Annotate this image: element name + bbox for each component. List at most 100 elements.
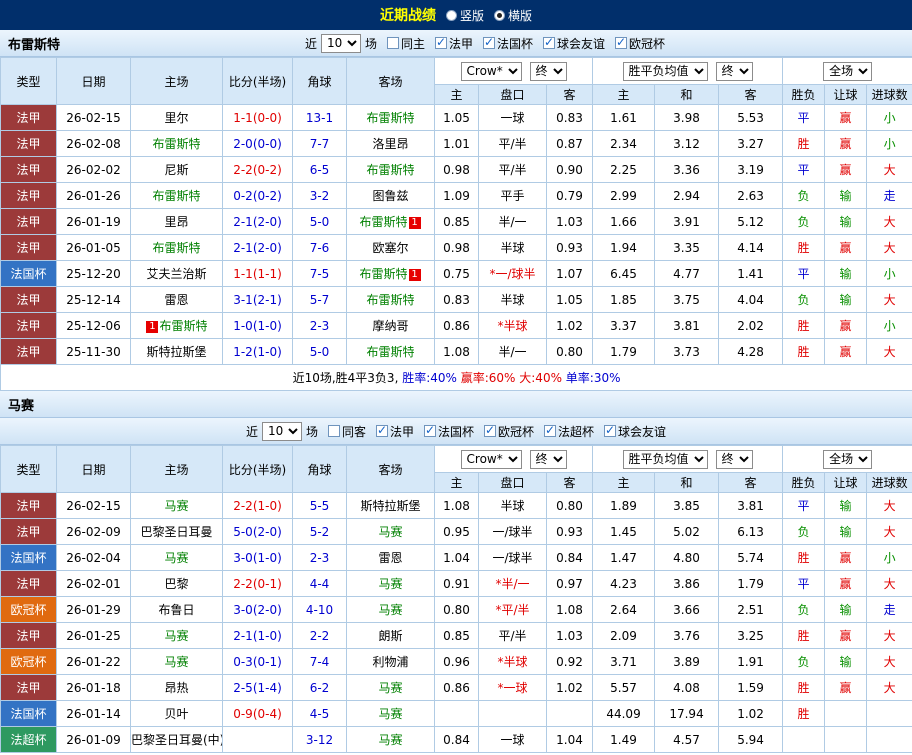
away-team-cell[interactable]: 布雷斯特: [346, 104, 435, 131]
checkbox-icon[interactable]: [386, 37, 399, 49]
layout-vertical-option[interactable]: 竖版: [445, 7, 484, 24]
home-team-cell[interactable]: 里尔: [130, 104, 223, 131]
away-team-cell[interactable]: 马赛: [346, 596, 435, 623]
filter-option[interactable]: 法国杯: [424, 423, 474, 440]
scope-select[interactable]: 全场: [823, 61, 873, 81]
away-team-cell[interactable]: 马赛: [346, 674, 435, 701]
home-team-cell[interactable]: 1 布雷斯特: [130, 312, 223, 339]
layout-horizontal-option[interactable]: 横版: [494, 7, 532, 24]
avg-odds-select[interactable]: 胜平负均值: [622, 449, 708, 469]
odds-source-select[interactable]: Crow*: [460, 61, 522, 81]
away-team-cell[interactable]: 斯特拉斯堡: [346, 492, 435, 519]
avg-draw-odds-cell: 3.98: [654, 104, 720, 131]
home-team-cell[interactable]: 布雷斯特: [130, 130, 223, 157]
home-team-cell[interactable]: 布雷斯特: [130, 182, 223, 209]
match-date-cell: 26-01-19: [56, 208, 131, 235]
home-team-cell[interactable]: 布鲁日: [130, 596, 223, 623]
home-team-cell[interactable]: 巴黎圣日耳曼: [130, 518, 223, 545]
corner-count-cell: 3-2: [292, 182, 347, 209]
away-team-cell[interactable]: 布雷斯特 1: [346, 260, 435, 287]
filter-option[interactable]: 欧冠杯: [615, 35, 665, 52]
away-team-cell[interactable]: 布雷斯特: [346, 156, 435, 183]
checkbox-icon[interactable]: [484, 423, 497, 437]
filter-option[interactable]: 法甲: [375, 423, 414, 440]
checkbox-icon[interactable]: [483, 35, 496, 49]
filter-option[interactable]: 法甲: [435, 35, 473, 52]
avg-stage-select[interactable]: 终: [715, 61, 753, 81]
filter-option[interactable]: 球会友谊: [604, 423, 666, 440]
home-team-cell[interactable]: 贝叶: [130, 700, 223, 727]
away-team-cell[interactable]: 利物浦: [346, 648, 435, 675]
checkbox-icon[interactable]: [604, 423, 617, 437]
filter-option[interactable]: 球会友谊: [543, 35, 605, 52]
odds-source-select[interactable]: Crow*: [460, 449, 522, 469]
filter-option[interactable]: 欧冠杯: [484, 423, 534, 440]
handicap-line-cell: 半球: [478, 286, 547, 313]
checkbox-icon[interactable]: [424, 423, 436, 437]
home-team-cell[interactable]: 巴黎圣日耳曼(中): [130, 726, 223, 753]
team-name: 布雷斯特: [152, 189, 201, 203]
home-team-cell[interactable]: 马赛: [130, 622, 223, 649]
result-goals-cell: 大: [866, 570, 912, 597]
away-team-cell[interactable]: 马赛: [346, 518, 435, 545]
avg-odds-select[interactable]: 胜平负均值: [622, 61, 708, 81]
handicap-away-odds-cell: 1.03: [545, 208, 594, 235]
filter-option[interactable]: 法国杯: [483, 35, 533, 52]
team-name: 马赛: [378, 733, 403, 747]
filter-option[interactable]: 法超杯: [544, 423, 594, 440]
home-team-cell[interactable]: 雷恩: [130, 286, 223, 313]
away-team-cell[interactable]: 布雷斯特 1: [346, 208, 435, 235]
radio-checked-icon[interactable]: [494, 9, 505, 21]
away-team-cell[interactable]: 马赛: [346, 726, 435, 753]
away-team-cell[interactable]: 图鲁兹: [346, 182, 435, 209]
handicap-away-odds-cell: 0.83: [545, 104, 594, 131]
away-team-cell[interactable]: 马赛: [346, 570, 435, 597]
away-team-cell[interactable]: 洛里昂: [346, 130, 435, 157]
home-team-cell[interactable]: 艾夫兰治斯: [130, 260, 223, 287]
checkbox-icon[interactable]: [543, 35, 556, 49]
checkbox-icon[interactable]: [435, 35, 447, 49]
radio-icon[interactable]: [445, 9, 457, 21]
games-count-select[interactable]: 10: [320, 33, 361, 53]
handicap-away-odds-cell: 0.97: [545, 570, 594, 597]
away-team-cell[interactable]: 朗斯: [346, 622, 435, 649]
score-cell: 3-0(1-0): [222, 544, 293, 571]
match-row: 法甲 26-01-05 布雷斯特 2-1(2-0) 7-6 欧塞尔 0.98 半…: [0, 234, 912, 261]
home-team-cell[interactable]: 尼斯: [130, 156, 223, 183]
odds-stage-select[interactable]: 终: [529, 449, 567, 469]
match-row: 欧冠杯 26-01-29 布鲁日 3-0(2-0) 4-10 马赛 0.80 *…: [0, 596, 912, 623]
filter-label: 欧冠杯: [498, 424, 535, 439]
result-goals-cell: 大: [866, 286, 912, 313]
away-team-cell[interactable]: 摩纳哥: [346, 312, 435, 339]
away-team-cell[interactable]: 雷恩: [346, 544, 435, 571]
score-cell: 2-2(0-2): [222, 156, 293, 183]
odds-stage-select[interactable]: 终: [529, 61, 567, 81]
scope-select[interactable]: 全场: [823, 449, 873, 469]
away-team-cell[interactable]: 马赛: [346, 700, 435, 727]
home-team-cell[interactable]: 布雷斯特: [130, 234, 223, 261]
away-team-cell[interactable]: 布雷斯特: [346, 338, 435, 365]
home-team-cell[interactable]: 马赛: [130, 492, 223, 519]
home-team-cell[interactable]: 马赛: [130, 648, 223, 675]
away-team-cell[interactable]: 欧塞尔: [346, 234, 435, 261]
checkbox-icon[interactable]: [375, 423, 388, 437]
filter-option[interactable]: 同客: [327, 423, 366, 440]
checkbox-icon[interactable]: [544, 423, 557, 437]
home-team-cell[interactable]: 马赛: [130, 544, 223, 571]
checkbox-icon[interactable]: [615, 35, 628, 49]
home-team-cell[interactable]: 斯特拉斯堡: [130, 338, 223, 365]
col-header-score: 比分(半场): [222, 57, 293, 105]
home-team-cell[interactable]: 昂热: [130, 674, 223, 701]
filter-option[interactable]: 同主: [386, 35, 425, 52]
home-team-cell[interactable]: 巴黎: [130, 570, 223, 597]
games-count-select[interactable]: 10: [261, 421, 302, 441]
result-outcome-cell: 胜: [782, 700, 826, 727]
avg-draw-odds-cell: 2.94: [654, 182, 720, 209]
checkbox-icon[interactable]: [327, 425, 340, 437]
scope-group-header: 全场: [782, 57, 912, 85]
result-outcome-cell: 负: [782, 596, 826, 623]
avg-stage-select[interactable]: 终: [715, 449, 753, 469]
away-team-cell[interactable]: 布雷斯特: [346, 286, 435, 313]
home-team-cell[interactable]: 里昂: [130, 208, 223, 235]
match-row: 法甲 26-01-19 里昂 2-1(2-0) 5-0 布雷斯特 1 0.85 半…: [0, 208, 912, 235]
